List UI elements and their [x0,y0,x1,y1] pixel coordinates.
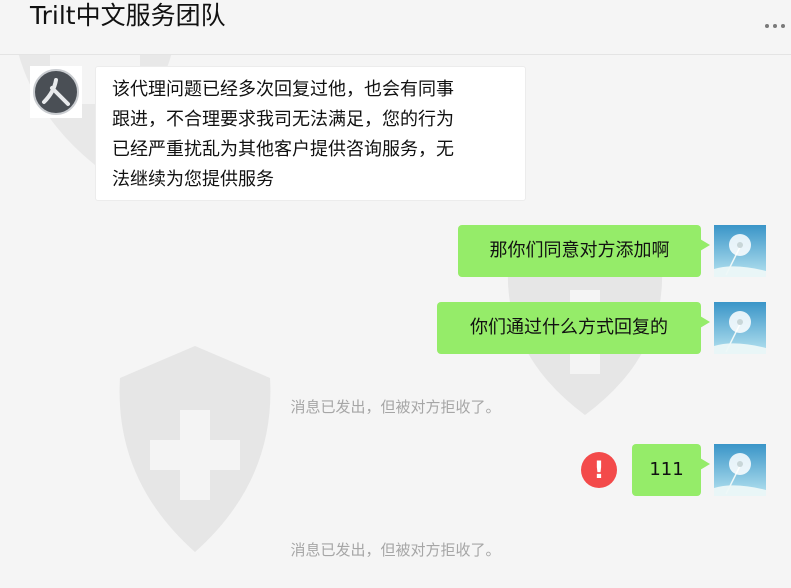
more-dot [781,24,785,28]
dandelion-avatar-icon [714,444,766,496]
message-line: 法继续为您提供服务 [112,169,274,190]
message-line: 已经严重扰乱为其他客户提供咨询服务，无 [112,139,454,160]
chat-window: Trilt中文服务团队 该代理问题已经多次回复过他，也会有同事 跟进，不合理要求… [0,0,791,588]
agent-avatar-icon [30,66,82,118]
outgoing-message-bubble[interactable]: 那你们同意对方添加啊 [458,225,710,277]
system-notice: 消息已发出，但被对方拒收了。 [290,541,501,559]
dandelion-avatar-icon [714,225,766,277]
user-avatar[interactable] [714,225,766,277]
message-line: 该代理问题已经多次回复过他，也会有同事 [112,79,454,100]
message-text: 111 [649,459,684,480]
chat-title: Trilt中文服务团队 [30,1,226,30]
chat-header: Trilt中文服务团队 [0,0,791,55]
more-dot [765,24,769,28]
more-dot [773,24,777,28]
message-text: 你们通过什么方式回复的 [470,317,668,338]
outgoing-message-bubble[interactable]: 你们通过什么方式回复的 [437,302,710,354]
dandelion-avatar-icon [714,302,766,354]
shield-watermark-icon [119,346,271,552]
send-failed-icon[interactable]: ! [581,452,617,488]
message-text: 那你们同意对方添加啊 [489,240,670,261]
user-avatar[interactable] [714,302,766,354]
agent-avatar[interactable] [30,66,82,118]
outgoing-message-bubble[interactable]: 111 [632,444,710,496]
message-line: 跟进，不合理要求我司无法满足，您的行为 [112,109,454,130]
more-options-button[interactable] [759,16,791,36]
system-notice: 消息已发出，但被对方拒收了。 [290,398,501,416]
incoming-message-bubble[interactable]: 该代理问题已经多次回复过他，也会有同事 跟进，不合理要求我司无法满足，您的行为 … [95,66,526,201]
user-avatar[interactable] [714,444,766,496]
